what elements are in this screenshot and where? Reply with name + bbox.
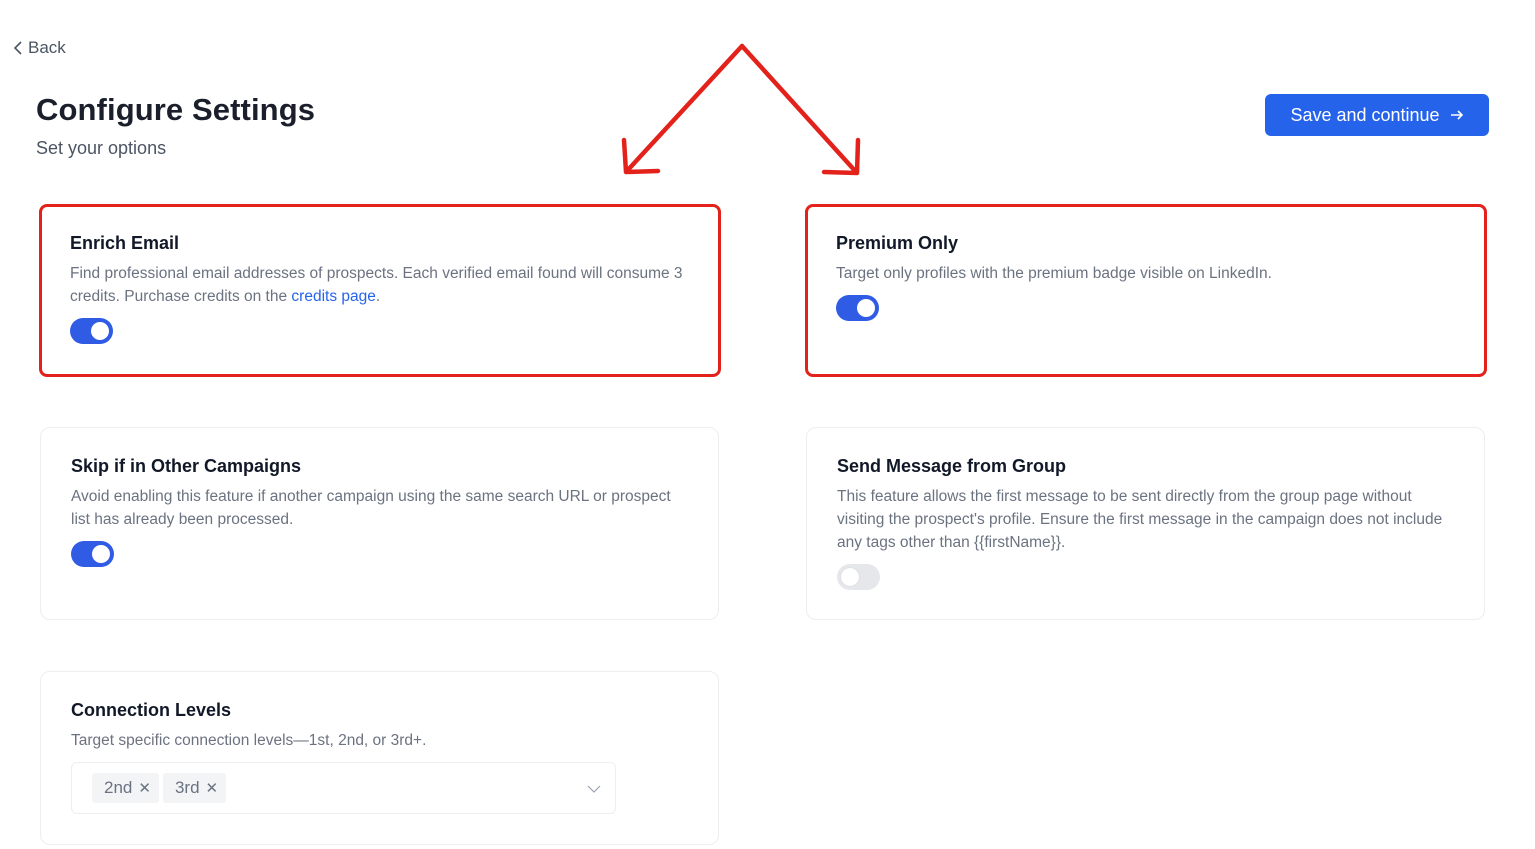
page-subtitle: Set your options (36, 138, 167, 158)
credits-page-link[interactable]: credits page (291, 288, 375, 305)
toggle-knob (91, 322, 109, 340)
tag-2nd: 2nd ✕ (92, 773, 159, 803)
premium-only-toggle[interactable] (836, 295, 879, 321)
card-description: Find professional email addresses of pro… (70, 262, 690, 308)
settings-page: Back Configure Settings Set your options… (0, 0, 1535, 849)
annotation-arrow-right (739, 43, 861, 176)
enrich-email-toggle[interactable] (70, 318, 113, 344)
card-description: This feature allows the first message to… (837, 488, 1443, 551)
toggle-knob (841, 568, 859, 586)
card-description-end: . (375, 288, 381, 305)
card-description: Avoid enabling this feature if another c… (71, 488, 671, 528)
card-description: Target specific connection levels—1st, 2… (71, 732, 427, 749)
toggle-knob (857, 299, 875, 317)
send-message-from-group-toggle[interactable] (837, 564, 880, 590)
skip-other-campaigns-card: Skip if in Other Campaigns Avoid enablin… (40, 427, 719, 620)
arrow-right-icon (1450, 110, 1463, 120)
tag-3rd: 3rd ✕ (162, 773, 227, 803)
connection-levels-select[interactable]: 2nd ✕ 3rd ✕ (71, 762, 616, 814)
card-description: Target only profiles with the premium ba… (836, 265, 1272, 282)
tag-label: 2nd (104, 778, 133, 797)
connection-levels-card: Connection Levels Target specific connec… (40, 671, 719, 845)
send-message-from-group-card: Send Message from Group This feature all… (806, 427, 1485, 620)
card-title: Enrich Email (70, 233, 180, 253)
skip-other-campaigns-toggle[interactable] (71, 541, 114, 567)
page-title: Configure Settings (36, 92, 316, 127)
chevron-left-icon (13, 41, 22, 55)
save-and-continue-button[interactable]: Save and continue (1265, 94, 1489, 136)
toggle-knob (92, 545, 110, 563)
back-label: Back (28, 38, 66, 57)
save-button-label: Save and continue (1290, 104, 1440, 125)
card-title: Send Message from Group (837, 456, 1067, 476)
annotation-arrow-left (621, 43, 745, 175)
card-title: Premium Only (836, 233, 959, 253)
card-title: Skip if in Other Campaigns (71, 456, 302, 476)
chevron-down-icon (587, 785, 601, 793)
remove-tag-icon[interactable]: ✕ (206, 779, 219, 797)
back-link[interactable]: Back (12, 38, 66, 58)
card-title: Connection Levels (71, 700, 232, 720)
tag-label: 3rd (174, 778, 200, 797)
remove-tag-icon[interactable]: ✕ (138, 779, 151, 797)
enrich-email-card: Enrich Email Find professional email add… (39, 204, 721, 377)
premium-only-card: Premium Only Target only profiles with t… (805, 204, 1487, 377)
